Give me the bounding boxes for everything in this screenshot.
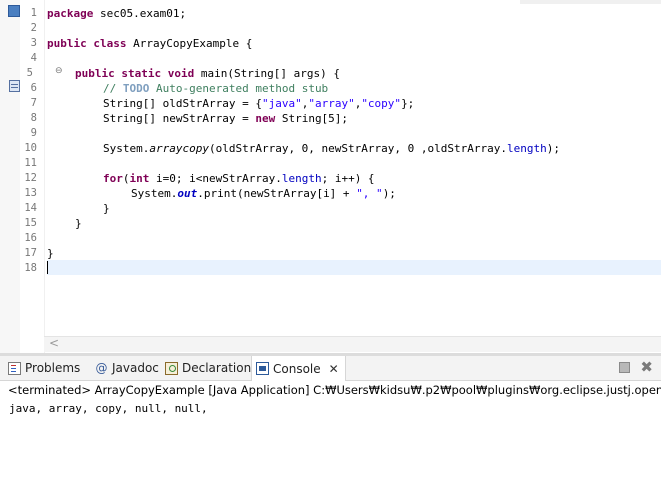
text-caret bbox=[47, 261, 48, 274]
line-number: 9 bbox=[30, 127, 37, 139]
overview-ruler bbox=[0, 0, 21, 353]
code-line-12: for(int i=0; i<newStrArray.length; i++) … bbox=[103, 172, 375, 185]
line-number: 15 bbox=[24, 217, 37, 229]
line-number: 17 bbox=[24, 247, 37, 259]
console-process-label: <terminated> ArrayCopyExample [Java Appl… bbox=[8, 383, 661, 397]
line-number: 2 bbox=[30, 22, 37, 34]
line-number: 7 bbox=[30, 97, 37, 109]
line-number: 11 bbox=[24, 157, 37, 169]
code-line-6: // TODO Auto-generated method stub bbox=[103, 82, 329, 95]
problems-icon bbox=[8, 361, 21, 375]
close-icon[interactable]: ✕ bbox=[329, 362, 339, 376]
code-editor[interactable]: 1 2 3 4 5 6 7 8 9 10 11 12 13 14 15 16 1… bbox=[0, 0, 661, 353]
code-line-13: System.out.print(newStrArray[i] + ", "); bbox=[131, 187, 396, 200]
tab-problems[interactable]: Problems bbox=[8, 356, 80, 380]
line-number: 4 bbox=[30, 52, 37, 64]
line-number: 1 bbox=[30, 7, 37, 19]
code-line-8: String[] newStrArray = new String[5]; bbox=[103, 112, 349, 125]
terminate-icon[interactable] bbox=[619, 361, 631, 373]
line-number: 14 bbox=[24, 202, 37, 214]
remove-launches-icon[interactable]: ✖ bbox=[640, 360, 653, 375]
bottom-panel: Problems @ Javadoc Declaration Console ✕… bbox=[0, 356, 661, 496]
console-output[interactable]: java, array, copy, null, null, bbox=[9, 401, 208, 416]
tab-javadoc[interactable]: @ Javadoc bbox=[95, 356, 159, 380]
javadoc-icon: @ bbox=[95, 360, 108, 375]
tab-console[interactable]: Console ✕ bbox=[251, 356, 346, 381]
line-number: 6 bbox=[30, 82, 37, 94]
line-number-gutter: 1 2 3 4 5 6 7 8 9 10 11 12 13 14 15 16 1… bbox=[20, 0, 63, 353]
tab-console-label: Console bbox=[273, 361, 321, 376]
line-number: 18 bbox=[24, 262, 37, 274]
code-line-10: System.arraycopy(oldStrArray, 0, newStrA… bbox=[103, 142, 560, 155]
task-marker-icon[interactable] bbox=[9, 80, 20, 92]
scroll-left-arrow-icon[interactable]: < bbox=[49, 336, 59, 350]
console-icon bbox=[256, 362, 269, 375]
line-number: 3 bbox=[30, 37, 37, 49]
code-line-3: public class ArrayCopyExample { bbox=[47, 37, 253, 50]
code-line-7: String[] oldStrArray = {"java","array","… bbox=[103, 97, 415, 110]
code-line-5: public static void main(String[] args) { bbox=[75, 67, 340, 80]
line-number: 12 bbox=[24, 172, 37, 184]
line-number: 10 bbox=[24, 142, 37, 154]
tab-javadoc-label: Javadoc bbox=[112, 361, 159, 375]
line-number: 5 bbox=[26, 67, 33, 79]
code-line-1: package sec05.exam01; bbox=[47, 7, 187, 20]
horizontal-scrollbar[interactable]: < bbox=[44, 336, 661, 352]
code-line-14: } bbox=[103, 202, 110, 215]
line-number: 16 bbox=[24, 232, 37, 244]
code-line-15: } bbox=[75, 217, 82, 230]
panel-tab-bar: Problems @ Javadoc Declaration Console ✕… bbox=[0, 356, 661, 381]
code-line-17: } bbox=[47, 247, 54, 260]
line-number: 13 bbox=[24, 187, 37, 199]
tab-declaration[interactable]: Declaration bbox=[165, 356, 251, 380]
bookmark-icon bbox=[8, 5, 20, 17]
code-area[interactable]: package sec05.exam01; public class Array… bbox=[47, 0, 661, 353]
console-toolbar: ✖ bbox=[619, 360, 653, 375]
tab-declaration-label: Declaration bbox=[182, 361, 252, 375]
line-number: 8 bbox=[30, 112, 37, 124]
declaration-icon bbox=[165, 361, 178, 375]
tab-problems-label: Problems bbox=[25, 361, 81, 375]
